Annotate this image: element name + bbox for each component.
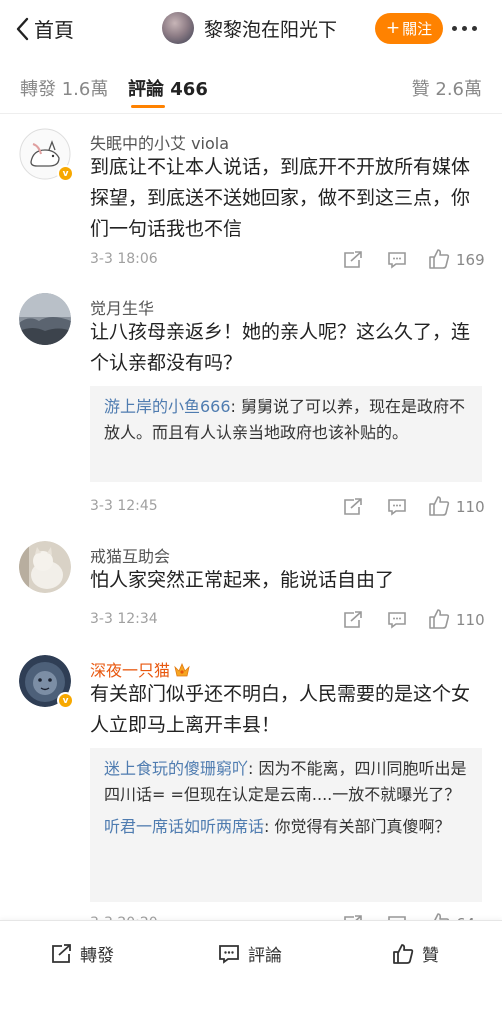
avatar[interactable]: v: [19, 128, 74, 182]
comment-text: 到底让不让本人说话，到底开不开放所有媒体探望，到底送不送她回家，做不到这三点，你…: [90, 156, 471, 240]
cat-photo-avatar-icon: [19, 541, 71, 593]
reply-row[interactable]: 迷上食玩的傻珊窮吖: 因为不能离，四川同胞听出是四川话= =但现在认定是云南..…: [104, 756, 468, 808]
weibo-comments-page: 首頁 黎黎泡在阳光下 + 關注 轉發 1.6萬 評論 466 贊 2.6萬 v …: [0, 0, 502, 1024]
reply-preview[interactable]: 游上岸的小鱼666: 舅舅说了可以养，现在是政府不放人。而且有人认亲当地政府也该…: [90, 386, 482, 482]
share-icon[interactable]: [342, 610, 364, 630]
reply-author[interactable]: 迷上食玩的傻珊窮吖: [104, 759, 248, 778]
comment-icon[interactable]: [386, 250, 408, 270]
comment-author[interactable]: 觉月生华: [90, 295, 154, 319]
avatar[interactable]: [162, 12, 194, 44]
share-icon: [52, 943, 71, 963]
active-tab-indicator: [131, 105, 165, 108]
top-nav-bar: 首頁 黎黎泡在阳光下 + 關注: [0, 0, 502, 58]
share-icon[interactable]: [342, 497, 364, 517]
repost-button[interactable]: 轉發: [50, 941, 114, 966]
like-count: 110: [456, 498, 485, 516]
thumbs-up-icon[interactable]: [428, 608, 450, 630]
reply-author[interactable]: 听君一席话如听两席话: [104, 817, 264, 836]
comment-text: 让八孩母亲返乡！她的亲人呢？这么久了，连个认亲都没有吗？: [90, 321, 471, 374]
tab-comments[interactable]: 評論 466: [128, 75, 208, 101]
reply-text: : 你觉得有关部门真傻啊？: [264, 817, 451, 836]
bottom-action-bar: 轉發 評論 贊: [0, 920, 502, 1024]
tab-likes[interactable]: 贊 2.6萬: [412, 75, 482, 101]
comment-author[interactable]: 失眠中的小艾 viola: [90, 130, 229, 154]
share-icon[interactable]: [342, 250, 364, 270]
comment-text: 怕人家突然正常起来，能说话自由了: [90, 569, 395, 591]
landscape-avatar-icon: [19, 293, 71, 345]
plus-icon: +: [385, 18, 401, 38]
thumbs-up-icon[interactable]: [428, 248, 450, 270]
header-username: 黎黎泡在阳光下: [204, 18, 338, 41]
verified-badge-icon: v: [57, 165, 74, 182]
avatar[interactable]: [19, 293, 71, 345]
more-options-icon[interactable]: [452, 26, 477, 31]
comment-time: 3-3 12:45: [90, 498, 158, 514]
comment-icon[interactable]: [386, 610, 408, 630]
like-count: 110: [456, 611, 485, 629]
chevron-left-icon: [16, 17, 29, 40]
follow-label: 關注: [402, 20, 433, 38]
comment-time: 3-3 12:34: [90, 611, 158, 627]
verified-badge-icon: v: [57, 692, 74, 709]
thumbs-up-icon: [393, 943, 414, 964]
header-user[interactable]: 黎黎泡在阳光下: [162, 12, 337, 44]
tab-bar: 轉發 1.6萬 評論 466 贊 2.6萬: [0, 58, 502, 114]
repost-label: 轉發: [80, 946, 114, 966]
like-count: 169: [456, 251, 485, 269]
comment-label: 評論: [248, 946, 282, 966]
back-button[interactable]: 首頁: [14, 14, 74, 43]
comment-button[interactable]: 評論: [218, 941, 282, 966]
reply-preview[interactable]: 迷上食玩的傻珊窮吖: 因为不能离，四川同胞听出是四川话= =但现在认定是云南..…: [90, 748, 482, 902]
crown-icon: [174, 663, 190, 677]
back-label: 首頁: [34, 18, 74, 42]
avatar[interactable]: v: [19, 655, 74, 709]
like-button[interactable]: 贊: [392, 941, 439, 966]
comment-text: 有关部门似乎还不明白，人民需要的是这个女人立即马上离开丰县！: [90, 683, 471, 736]
reply-author[interactable]: 游上岸的小鱼666: [104, 397, 231, 416]
comment-author-name: 深夜一只猫: [90, 661, 171, 680]
comment-author[interactable]: 深夜一只猫: [90, 657, 190, 681]
comment-icon[interactable]: [386, 497, 408, 517]
avatar[interactable]: [19, 541, 71, 593]
follow-button[interactable]: + 關注: [375, 13, 443, 44]
tab-reposts[interactable]: 轉發 1.6萬: [20, 75, 108, 101]
like-label: 贊: [422, 946, 439, 966]
comment-icon: [219, 944, 239, 964]
comment-author[interactable]: 戒猫互助会: [90, 543, 170, 567]
thumbs-up-icon[interactable]: [428, 495, 450, 517]
comment-time: 3-3 18:06: [90, 251, 158, 267]
reply-row[interactable]: 听君一席话如听两席话: 你觉得有关部门真傻啊？: [104, 814, 468, 840]
